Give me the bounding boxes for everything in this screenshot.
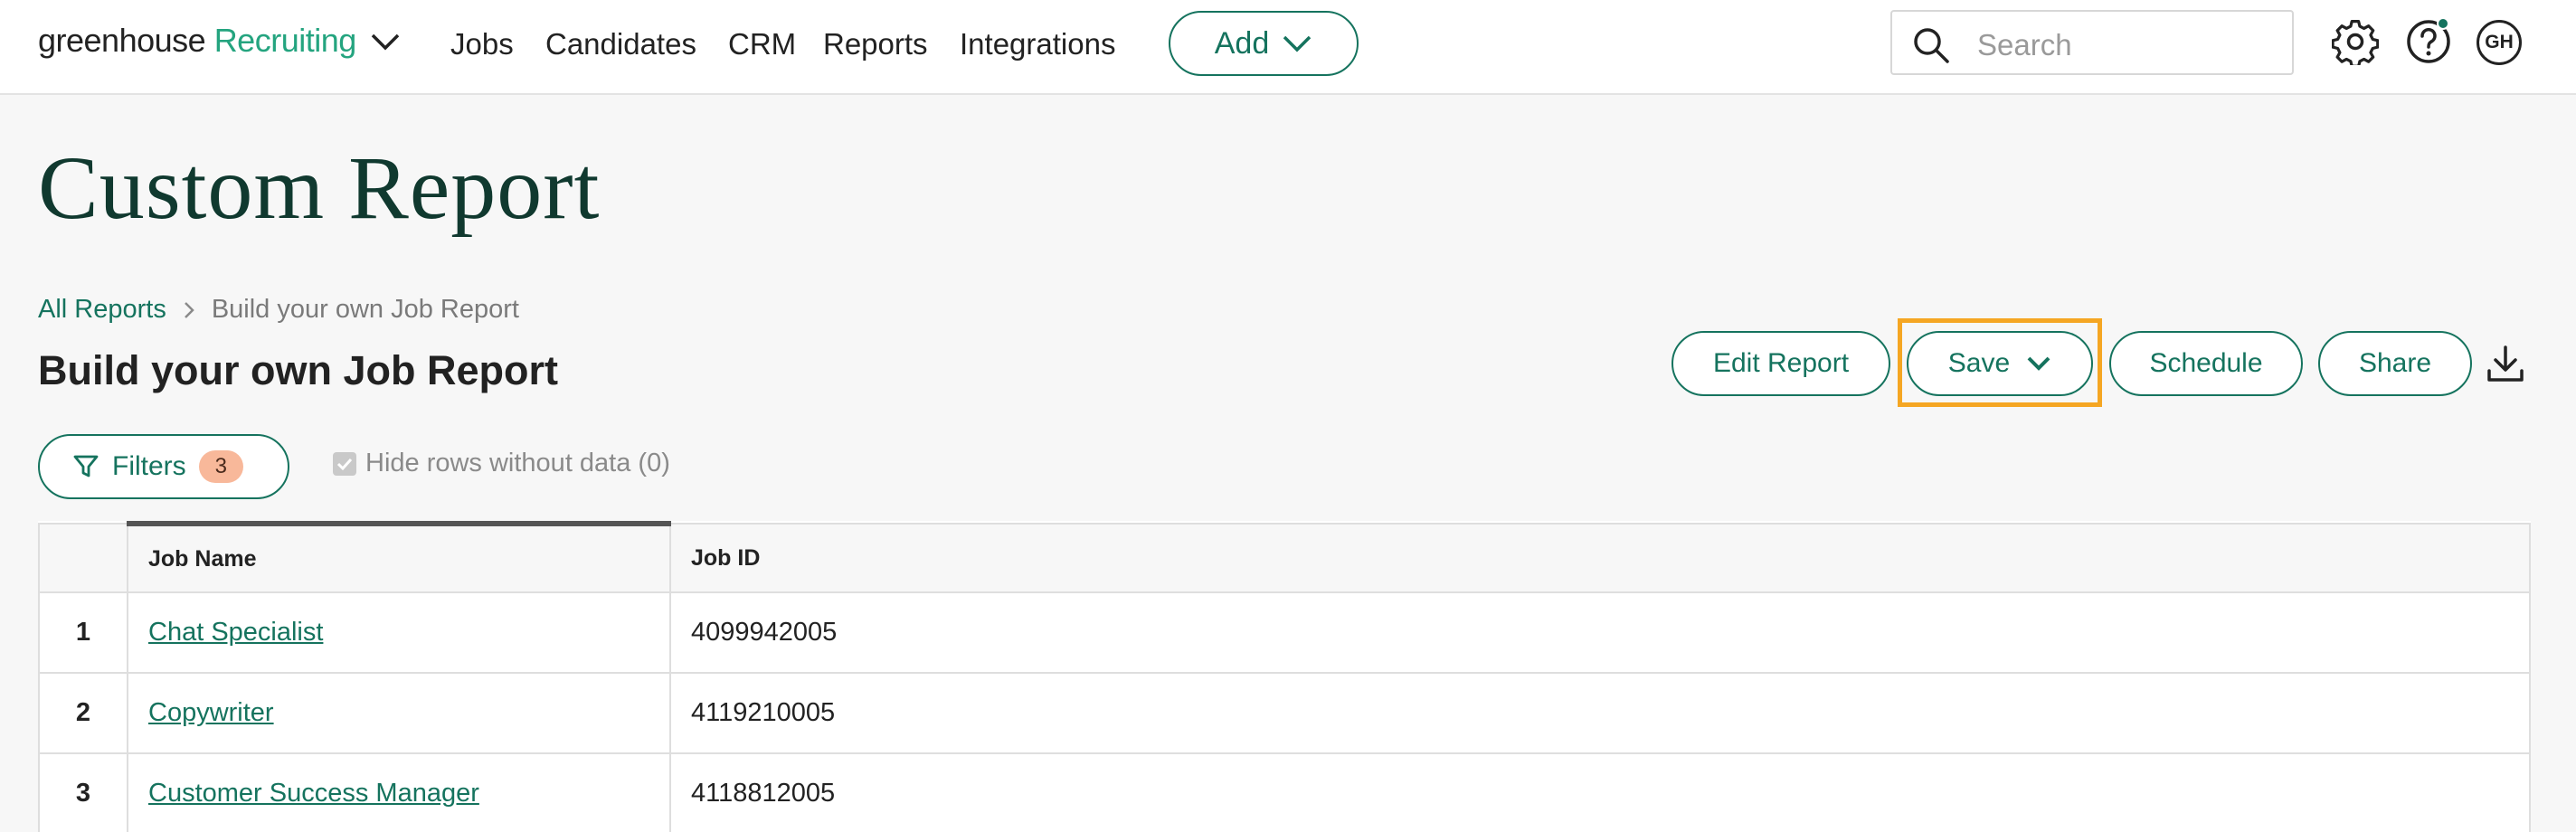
checkbox-checked-icon bbox=[333, 451, 356, 476]
job-id-cell: 4118812005 bbox=[669, 752, 2531, 832]
product-switcher-chevron-icon[interactable] bbox=[369, 31, 402, 52]
table-row: 1 Chat Specialist 4099942005 bbox=[38, 591, 2531, 674]
table-row: 3 Customer Success Manager 4118812005 bbox=[38, 752, 2531, 832]
nav-reports[interactable]: Reports bbox=[823, 27, 928, 61]
row-number: 1 bbox=[38, 591, 128, 674]
row-number: 2 bbox=[38, 672, 128, 754]
nav-crm[interactable]: CRM bbox=[728, 27, 796, 61]
column-header-job-id[interactable]: Job ID bbox=[669, 523, 2531, 593]
table-row: 2 Copywriter 4119210005 bbox=[38, 672, 2531, 754]
settings-gear-icon[interactable] bbox=[2332, 18, 2379, 65]
report-title: Build your own Job Report bbox=[38, 347, 558, 393]
nav-integrations[interactable]: Integrations bbox=[960, 27, 1115, 61]
job-name-link[interactable]: Chat Specialist bbox=[148, 618, 323, 647]
row-number-header bbox=[38, 523, 128, 593]
user-avatar[interactable]: GH bbox=[2477, 20, 2522, 65]
job-name-cell: Copywriter bbox=[127, 672, 671, 754]
nav-candidates[interactable]: Candidates bbox=[545, 27, 696, 61]
breadcrumb: All Reports Build your own Job Report bbox=[38, 295, 519, 325]
job-name-cell: Chat Specialist bbox=[127, 591, 671, 674]
save-button-highlight bbox=[1898, 318, 2102, 407]
table-header-row: Job Name Job ID bbox=[38, 521, 2531, 593]
hide-rows-checkbox[interactable]: Hide rows without data (0) bbox=[333, 449, 670, 478]
logo-wordmark: greenhouse bbox=[38, 22, 206, 59]
add-button[interactable]: Add bbox=[1169, 11, 1359, 76]
notification-dot bbox=[2437, 17, 2449, 30]
job-id-cell: 4099942005 bbox=[669, 591, 2531, 674]
top-navigation-bar: greenhouse Recruiting Jobs Candidates CR… bbox=[0, 0, 2576, 95]
search-field[interactable]: Search bbox=[1890, 10, 2294, 75]
chevron-right-icon bbox=[184, 301, 194, 318]
job-id-cell: 4119210005 bbox=[669, 672, 2531, 754]
filter-funnel-icon bbox=[73, 455, 99, 477]
chevron-down-icon bbox=[1283, 35, 1312, 52]
schedule-button[interactable]: Schedule bbox=[2109, 331, 2303, 396]
row-number: 3 bbox=[38, 752, 128, 832]
job-name-link[interactable]: Customer Success Manager bbox=[148, 779, 479, 808]
download-icon[interactable] bbox=[2486, 344, 2525, 383]
report-table: Job Name Job ID 1 Chat Specialist 409994… bbox=[38, 521, 2531, 832]
hide-rows-label: Hide rows without data (0) bbox=[365, 449, 670, 477]
page-title: Custom Report bbox=[38, 137, 601, 238]
filters-label: Filters bbox=[112, 451, 186, 481]
breadcrumb-current: Build your own Job Report bbox=[211, 295, 519, 324]
filters-count-badge: 3 bbox=[198, 450, 244, 483]
share-button[interactable]: Share bbox=[2318, 331, 2472, 396]
search-placeholder: Search bbox=[1977, 28, 2072, 61]
nav-jobs[interactable]: Jobs bbox=[450, 27, 514, 61]
search-icon bbox=[1914, 28, 1949, 63]
greenhouse-logo[interactable]: greenhouse Recruiting bbox=[38, 22, 356, 60]
add-button-label: Add bbox=[1214, 25, 1270, 61]
job-name-link[interactable]: Copywriter bbox=[148, 698, 274, 727]
job-name-cell: Customer Success Manager bbox=[127, 752, 671, 832]
column-header-job-name[interactable]: Job Name bbox=[127, 521, 671, 593]
breadcrumb-all-reports[interactable]: All Reports bbox=[38, 295, 166, 325]
logo-product-name: Recruiting bbox=[213, 22, 357, 59]
edit-report-button[interactable]: Edit Report bbox=[1672, 331, 1890, 396]
filters-button[interactable]: Filters 3 bbox=[38, 434, 289, 499]
